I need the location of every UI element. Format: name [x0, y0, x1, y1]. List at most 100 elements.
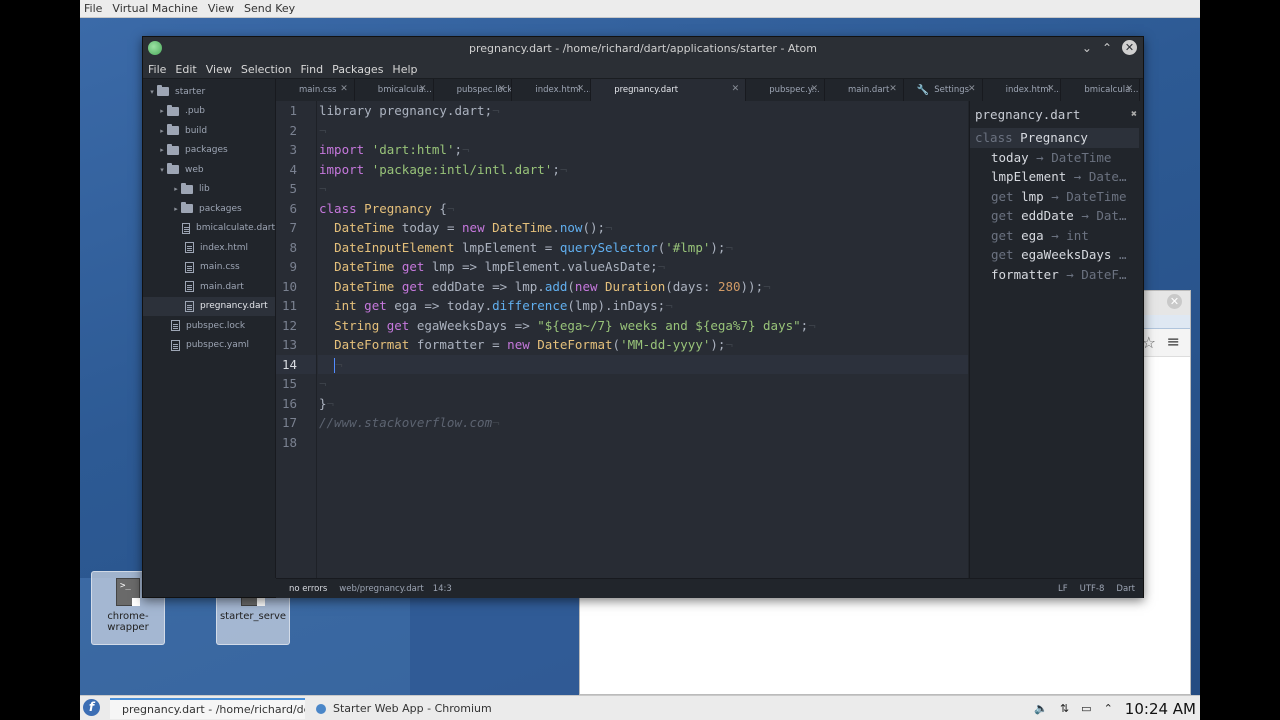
tree-folder[interactable]: ▾ starter	[143, 82, 275, 102]
chevron-down-icon[interactable]: ▾	[157, 166, 167, 174]
tree-folder[interactable]: ▸ packages	[143, 199, 275, 219]
status-errors[interactable]: no errors	[289, 584, 327, 594]
tab-close-icon[interactable]: ✕	[1047, 84, 1055, 94]
outline-item[interactable]: get lmp → DateTime	[970, 187, 1143, 207]
code-line[interactable]	[318, 433, 968, 453]
atom-menu-item[interactable]: Help	[392, 63, 417, 76]
chromium-menu-icon[interactable]: ≡	[1167, 332, 1180, 351]
outline-item[interactable]: formatter → DateF…	[970, 265, 1143, 285]
vm-menu-item[interactable]: Virtual Machine	[108, 2, 202, 15]
tree-folder[interactable]: ▸ .pub	[143, 102, 275, 122]
tree-folder[interactable]: ▾ web	[143, 160, 275, 180]
editor-tab[interactable]: pregnancy.dart ✕	[591, 79, 747, 101]
atom-menu-item[interactable]: Edit	[175, 63, 196, 76]
code-line[interactable]: import 'package:intl/intl.dart';¬	[318, 160, 968, 180]
tree-file[interactable]: pregnancy.dart	[143, 296, 275, 316]
outline-item[interactable]: get eddDate → Dat…	[970, 206, 1143, 226]
tree-file[interactable]: pubspec.yaml	[143, 336, 275, 356]
tree-file[interactable]: main.dart	[143, 277, 275, 297]
fedora-menu-icon[interactable]: f	[83, 699, 100, 716]
code-line[interactable]: DateTime get eddDate => lmp.add(new Dura…	[318, 277, 968, 297]
code-line[interactable]: DateInputElement lmpElement = querySelec…	[318, 238, 968, 258]
code-line[interactable]: DateFormat formatter = new DateFormat('M…	[318, 335, 968, 355]
tab-close-icon[interactable]: ✕	[732, 84, 740, 94]
code-line[interactable]: }¬	[318, 394, 968, 414]
code-line[interactable]: DateTime get lmp => lmpElement.valueAsDa…	[318, 257, 968, 277]
tree-folder[interactable]: ▸ packages	[143, 141, 275, 161]
taskbar-task[interactable]: Starter Web App - Chromium	[311, 698, 511, 719]
code-line[interactable]: DateTime today = new DateTime.now();¬	[318, 218, 968, 238]
network-icon[interactable]: ⇅	[1060, 702, 1069, 715]
outline-item[interactable]: get egaWeeksDays …	[970, 245, 1143, 265]
outline-close-icon[interactable]: ✖	[1131, 101, 1137, 128]
code-line[interactable]: ¬	[318, 354, 968, 374]
editor-tab[interactable]: main.css ✕	[276, 79, 355, 101]
atom-menu-item[interactable]: File	[148, 63, 166, 76]
editor-tab[interactable]: index.html ... ✕	[983, 79, 1062, 101]
atom-menu-item[interactable]: View	[206, 63, 232, 76]
tree-file[interactable]: index.html	[143, 238, 275, 258]
taskbar-task[interactable]: pregnancy.dart - /home/richard/de	[110, 698, 305, 719]
chevron-down-icon[interactable]: ▾	[147, 88, 157, 96]
code-line[interactable]: class Pregnancy {¬	[318, 199, 968, 219]
editor-tab[interactable]: bmicalcula... ✕	[1061, 79, 1141, 101]
vm-menu-item[interactable]: View	[204, 2, 238, 15]
editor-tab[interactable]: index.html ... ✕	[512, 79, 592, 101]
status-grammar[interactable]: Dart	[1116, 584, 1135, 594]
volume-icon[interactable]: 🔈	[1034, 702, 1048, 715]
code-line[interactable]: //www.stackoverflow.com¬	[318, 413, 968, 433]
editor-tab[interactable]: main.dart ✕	[825, 79, 904, 101]
tray-expand-icon[interactable]: ⌃	[1104, 702, 1113, 715]
tree-file[interactable]: bmicalculate.dart	[143, 219, 275, 239]
code-line[interactable]: ¬	[318, 121, 968, 141]
vm-menu-item[interactable]: Send Key	[240, 2, 299, 15]
code-line[interactable]: int get ega => today.difference(lmp).inD…	[318, 296, 968, 316]
outline-item[interactable]: get ega → int	[970, 226, 1143, 246]
tab-close-icon[interactable]: ✕	[810, 84, 818, 94]
editor-tab[interactable]: pubspec.lock ✕	[434, 79, 513, 101]
status-line-ending[interactable]: LF	[1058, 584, 1068, 594]
maximize-icon[interactable]: ⌃	[1102, 41, 1112, 55]
atom-menu-item[interactable]: Packages	[332, 63, 383, 76]
tab-close-icon[interactable]: ✕	[419, 84, 427, 94]
tab-close-icon[interactable]: ✕	[340, 84, 348, 94]
atom-menu-item[interactable]: Find	[301, 63, 324, 76]
editor-tab[interactable]: 🔧 Settings ✕	[904, 79, 983, 101]
status-cursor-position[interactable]: 14:3	[433, 584, 452, 594]
minimize-icon[interactable]: ⌄	[1082, 41, 1092, 55]
atom-menu-item[interactable]: Selection	[241, 63, 292, 76]
chevron-right-icon[interactable]: ▸	[171, 205, 181, 213]
tree-file[interactable]: pubspec.lock	[143, 316, 275, 336]
status-file-path[interactable]: web/pregnancy.dart	[339, 584, 423, 594]
chevron-right-icon[interactable]: ▸	[157, 107, 167, 115]
battery-icon[interactable]: ▭	[1081, 702, 1091, 715]
code-line[interactable]: import 'dart:html';¬	[318, 140, 968, 160]
vm-menu-item[interactable]: File	[80, 2, 106, 15]
chevron-right-icon[interactable]: ▸	[157, 146, 167, 154]
code-line[interactable]: ¬	[318, 374, 968, 394]
tree-folder[interactable]: ▸ lib	[143, 180, 275, 200]
code-editor[interactable]: 1 2 3 4 5 6 7 8 9 10 11 12 13 14 15 16 17 18 library preg…	[276, 101, 968, 578]
chevron-right-icon[interactable]: ▸	[171, 185, 181, 193]
tab-close-icon[interactable]: ✕	[498, 84, 506, 94]
tab-close-icon[interactable]: ✕	[1126, 84, 1134, 94]
tree-folder[interactable]: ▸ build	[143, 121, 275, 141]
code-area[interactable]: library pregnancy.dart;¬ ¬ import 'dart:ht…	[318, 101, 968, 578]
outline-item[interactable]: class Pregnancy	[970, 128, 1139, 148]
editor-tab[interactable]: pubspec.y... ✕	[746, 79, 825, 101]
chromium-close-icon[interactable]: ✕	[1167, 294, 1182, 309]
code-line[interactable]: String get egaWeeksDays => "${ega~/7} we…	[318, 316, 968, 336]
tab-close-icon[interactable]: ✕	[577, 84, 585, 94]
outline-item[interactable]: today → DateTime	[970, 148, 1143, 168]
tab-close-icon[interactable]: ✕	[889, 84, 897, 94]
code-line[interactable]: ¬	[318, 179, 968, 199]
editor-tab[interactable]: bmicalcula... ✕	[355, 79, 434, 101]
status-encoding[interactable]: UTF-8	[1080, 584, 1105, 594]
outline-item[interactable]: lmpElement → Date…	[970, 167, 1143, 187]
chevron-right-icon[interactable]: ▸	[157, 127, 167, 135]
tab-close-icon[interactable]: ✕	[968, 84, 976, 94]
close-window-icon[interactable]: ✕	[1122, 40, 1137, 55]
tree-file[interactable]: main.css	[143, 258, 275, 278]
code-line[interactable]: library pregnancy.dart;¬	[318, 101, 968, 121]
clock[interactable]: 10:24 AM	[1125, 700, 1196, 718]
